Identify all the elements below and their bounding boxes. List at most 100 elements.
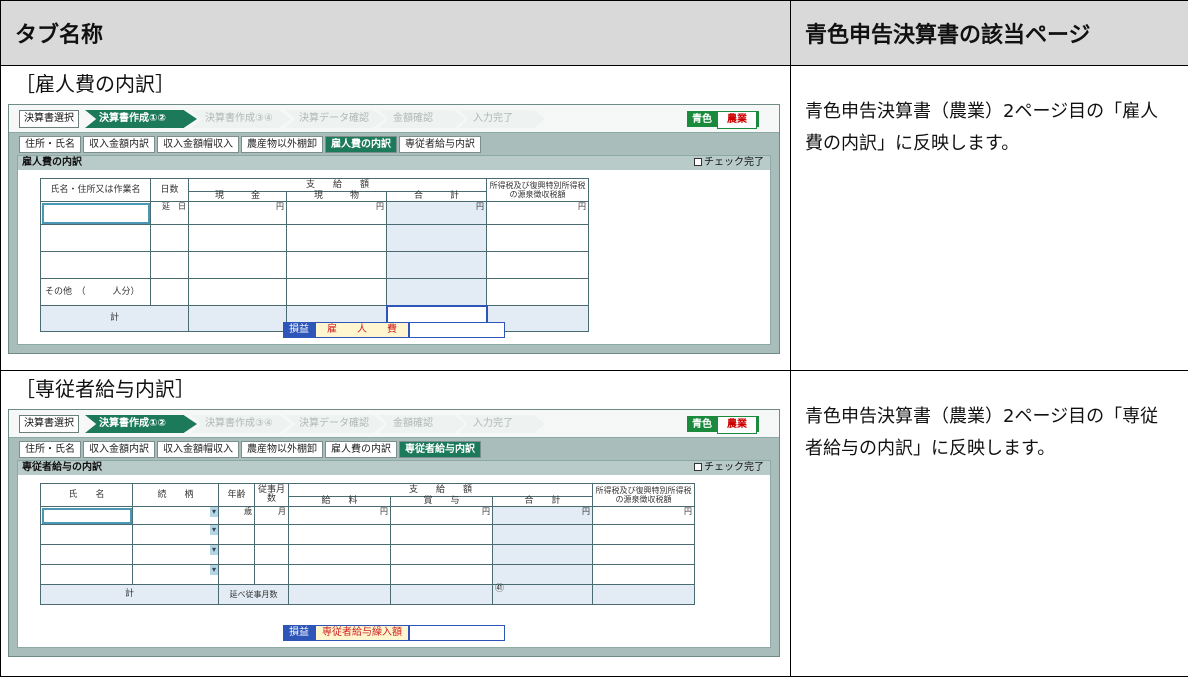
col-tax: 所得税及び復興特別所得税の源泉徴収税額	[592, 483, 696, 507]
bonus-input[interactable]	[390, 544, 493, 565]
step-data-check[interactable]: 決算データ確認	[285, 415, 385, 433]
months-input[interactable]: 月	[254, 506, 289, 525]
cash-input[interactable]	[188, 251, 287, 279]
col-months: 従事月数	[254, 483, 289, 507]
tab-income-other[interactable]: 収入金額帽収入	[157, 441, 239, 458]
step-amount-check[interactable]: 金額確認	[379, 110, 465, 128]
form-panel: 専従者給与の内訳 チェック完了 氏 名続 柄年齢 従事月数支 給 額所得税及び復興特…	[17, 460, 771, 648]
screenshot-senjuusha: 決算書選択 決算書作成①② 決算書作成③④ 決算データ確認 金額確認 入力完了 …	[8, 409, 780, 657]
goods-input[interactable]: 円	[286, 201, 387, 225]
chevron-down-icon[interactable]: ▾	[210, 507, 218, 517]
tax-input[interactable]	[592, 524, 696, 545]
goods-input[interactable]	[286, 278, 387, 306]
name-input[interactable]	[40, 524, 133, 545]
tab-income-other[interactable]: 収入金額帽収入	[157, 136, 239, 153]
months-input[interactable]	[254, 544, 289, 565]
age-input[interactable]	[218, 524, 255, 545]
goods-input[interactable]	[286, 224, 387, 252]
step-complete[interactable]: 入力完了	[459, 415, 545, 433]
step-create-34[interactable]: 決算書作成③④	[191, 110, 291, 128]
step-create-12[interactable]: 決算書作成①②	[85, 415, 197, 433]
tax-input[interactable]	[486, 251, 590, 279]
profit-loss-link: 損益 専従者給与繰入額	[18, 625, 770, 641]
col-goods: 現 物	[286, 191, 387, 202]
bonus-input[interactable]: 円	[390, 506, 493, 525]
step-amount-check[interactable]: 金額確認	[379, 415, 465, 433]
tax-input[interactable]	[486, 278, 590, 306]
header-page: 青色申告決算書の該当ページ	[790, 0, 1188, 66]
panel-title: 専従者給与の内訳 チェック完了	[18, 461, 770, 475]
sum-cell	[592, 584, 696, 605]
name-input[interactable]	[40, 544, 133, 565]
screenshot-koyoujin: 決算書選択 決算書作成①② 決算書作成③④ 決算データ確認 金額確認 入力完了 …	[8, 104, 780, 354]
step-create-12[interactable]: 決算書作成①②	[85, 110, 197, 128]
salary-input[interactable]	[288, 524, 391, 545]
tax-input[interactable]: 円	[592, 506, 696, 525]
step-data-check[interactable]: 決算データ確認	[285, 110, 385, 128]
relation-select[interactable]: ▾	[132, 564, 219, 585]
step-complete[interactable]: 入力完了	[459, 110, 545, 128]
tab-inventory[interactable]: 農産物以外棚卸	[241, 441, 323, 458]
tab-bar: 住所・氏名 収入金額内訳 収入金額帽収入 農産物以外棚卸 雇人費の内訳 専従者給…	[19, 136, 481, 153]
tab-family-wages[interactable]: 専従者給与内訳	[399, 441, 481, 458]
tax-input[interactable]	[592, 564, 696, 585]
tax-input[interactable]	[486, 224, 590, 252]
cash-input[interactable]: 円	[188, 201, 287, 225]
bonus-input[interactable]	[390, 564, 493, 585]
tax-input[interactable]: 円	[486, 201, 590, 225]
tab-address[interactable]: 住所・氏名	[19, 441, 81, 458]
select-statement-button[interactable]: 決算書選択	[19, 110, 79, 128]
relation-select[interactable]: ▾	[132, 506, 219, 525]
age-input[interactable]	[218, 544, 255, 565]
chevron-down-icon[interactable]: ▾	[210, 545, 218, 555]
cash-input[interactable]	[188, 278, 287, 306]
description-2: 青色申告決算書（農業）2ページ目の「専従者給与の内訳」に反映します。	[790, 370, 1188, 677]
days-input[interactable]	[150, 224, 189, 252]
total-cell: 円	[385, 201, 488, 225]
relation-select[interactable]: ▾	[132, 544, 219, 565]
chevron-down-icon[interactable]: ▾	[210, 525, 218, 535]
cash-input[interactable]	[188, 224, 287, 252]
tab-income-detail[interactable]: 収入金額内訳	[83, 441, 155, 458]
goods-input[interactable]	[286, 251, 387, 279]
name-input[interactable]	[40, 564, 133, 585]
col-total: 合 計	[385, 191, 488, 202]
tab-employee-wages[interactable]: 雇人費の内訳	[325, 441, 397, 458]
check-complete-checkbox[interactable]: チェック完了	[694, 156, 764, 170]
name-input[interactable]	[40, 224, 151, 252]
total-cell	[385, 224, 488, 252]
age-input[interactable]: 歳	[218, 506, 255, 525]
check-complete-checkbox[interactable]: チェック完了	[694, 461, 764, 475]
salary-input[interactable]: 円	[288, 506, 391, 525]
chevron-down-icon[interactable]: ▾	[210, 565, 218, 575]
row-cell-koyoujin: ［雇人費の内訳］ 決算書選択 決算書作成①② 決算書作成③④ 決算データ確認 金…	[0, 65, 791, 371]
wages-table: 氏名・住所又は作業名 日数支 給 額所得税及び復興特別所得税の源泉徴収税額 現 金…	[40, 178, 590, 333]
total-cell	[385, 251, 488, 279]
tab-employee-wages[interactable]: 雇人費の内訳	[325, 136, 397, 153]
tab-income-detail[interactable]: 収入金額内訳	[83, 136, 155, 153]
col-relation: 続 柄	[132, 483, 219, 507]
salary-input[interactable]	[288, 564, 391, 585]
tab-family-wages[interactable]: 専従者給与内訳	[399, 136, 481, 153]
name-input[interactable]	[40, 506, 133, 525]
step-create-34[interactable]: 決算書作成③④	[191, 415, 291, 433]
section-title: ［雇人費の内訳］	[15, 72, 175, 96]
tax-input[interactable]	[592, 544, 696, 565]
salary-input[interactable]	[288, 544, 391, 565]
name-input[interactable]	[40, 251, 151, 279]
name-input[interactable]	[40, 201, 151, 225]
days-input[interactable]	[150, 278, 189, 306]
total-cell	[491, 564, 594, 585]
header-tab-name: タブ名称	[0, 0, 791, 66]
days-input[interactable]	[150, 251, 189, 279]
age-input[interactable]	[218, 564, 255, 585]
days-input[interactable]: 延 日	[150, 201, 189, 225]
total-cell	[491, 544, 594, 565]
select-statement-button[interactable]: 決算書選択	[19, 415, 79, 433]
tab-inventory[interactable]: 農産物以外棚卸	[241, 136, 323, 153]
tab-address[interactable]: 住所・氏名	[19, 136, 81, 153]
months-input[interactable]	[254, 524, 289, 545]
relation-select[interactable]: ▾	[132, 524, 219, 545]
months-input[interactable]	[254, 564, 289, 585]
bonus-input[interactable]	[390, 524, 493, 545]
